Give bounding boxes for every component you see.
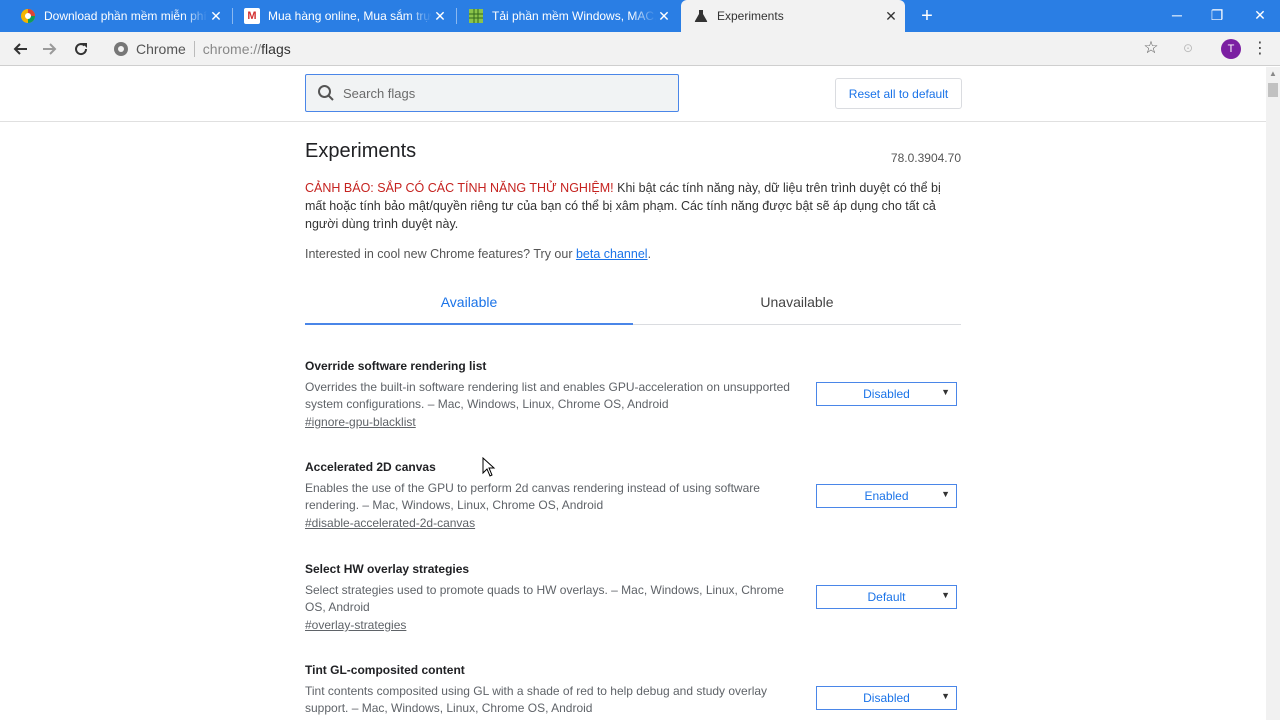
mouse-cursor-icon [482,457,496,477]
experiment-description: Tint contents composited using GL with a… [305,684,768,715]
tab-strip: Download phần mềm miễn phí c ✕ M Mua hàn… [0,0,1280,32]
reload-button[interactable] [69,37,93,61]
beta-promo: Interested in cool new Chrome features? … [305,247,651,261]
address-divider [193,41,195,57]
minimize-button[interactable]: ─ [1157,0,1197,30]
select-value: Default [867,590,906,604]
forward-arrow-icon [43,43,57,55]
page-title: Experiments [305,140,417,162]
close-icon[interactable]: ✕ [208,8,224,25]
bookmark-star-icon[interactable]: ☆ [1141,38,1161,60]
scrollbar-thumb[interactable] [1268,83,1278,97]
grid-site-icon [468,8,484,24]
flask-icon [693,8,709,24]
tab-available[interactable]: Available [305,285,633,325]
tab-title: Tải phần mềm Windows, MAC, A [492,9,656,23]
url-path: flags [261,41,291,57]
beta-promo-end: . [647,247,652,261]
experiment-item: Tint GL-composited content Tint contents… [305,663,961,717]
extension-icon[interactable]: ⊙ [1180,41,1196,57]
address-bar[interactable]: Chrome chrome:// flags [104,34,1174,64]
restore-button[interactable]: ❐ [1197,0,1237,30]
beta-channel-link[interactable]: beta channel [576,247,648,261]
experiment-name: Accelerated 2D canvas [305,460,436,474]
menu-icon[interactable]: ⋮ [1252,39,1268,59]
warning-heading: CẢNH BÁO: SẮP CÓ CÁC TÍNH NĂNG THỬ NGHIỆ… [305,181,614,195]
warning-text: CẢNH BÁO: SẮP CÓ CÁC TÍNH NĂNG THỬ NGHIỆ… [305,179,965,233]
experiment-select[interactable]: Disabled ▼ [816,382,957,406]
search-icon [318,85,334,101]
tab-unavailable[interactable]: Unavailable [633,285,961,324]
url-scheme: chrome:// [202,41,262,57]
download-site-icon [20,8,36,24]
experiment-item: Select HW overlay strategies Select stra… [305,562,961,634]
avatar[interactable]: T [1221,39,1241,59]
tab-title: Experiments [717,9,784,23]
beta-promo-text: Interested in cool new Chrome features? … [305,247,576,261]
experiment-select[interactable]: Default ▼ [816,585,957,609]
vertical-scrollbar[interactable]: ▲ [1266,67,1280,720]
tab-software-site[interactable]: Tải phần mềm Windows, MAC, A ✕ [460,0,676,32]
tab-separator [456,8,457,24]
back-arrow-icon [13,43,27,55]
search-box[interactable] [305,74,679,112]
close-icon[interactable]: ✕ [656,8,672,25]
experiment-name: Select HW overlay strategies [305,562,470,576]
tab-shopping-site[interactable]: M Mua hàng online, Mua sắm trực ✕ [236,0,452,32]
browser-toolbar: Chrome chrome:// flags ☆ ⊙ T ⋮ [0,32,1280,66]
close-icon[interactable]: ✕ [883,8,899,25]
experiment-name: Override software rendering list [305,359,487,373]
flags-page: Reset all to default Experiments 78.0.39… [0,67,1266,720]
close-icon[interactable]: ✕ [432,8,448,25]
experiment-permalink[interactable]: #disable-accelerated-2d-canvas [305,516,475,530]
select-value: Disabled [863,691,910,705]
dropdown-arrow-icon: ▼ [941,590,950,600]
select-value: Enabled [864,489,909,503]
dropdown-arrow-icon: ▼ [941,387,950,397]
experiment-select[interactable]: Enabled ▼ [816,484,957,508]
reset-all-button[interactable]: Reset all to default [835,78,962,109]
search-input[interactable] [343,85,678,101]
flags-header: Reset all to default [0,67,1266,122]
tab-separator [232,8,233,24]
experiment-item: Override software rendering list Overrid… [305,359,961,431]
experiment-description: Overrides the built-in software renderin… [305,380,790,411]
tab-download-site[interactable]: Download phần mềm miễn phí c ✕ [12,0,228,32]
m-store-icon: M [244,8,260,24]
experiment-item: Accelerated 2D canvas Enables the use of… [305,460,961,532]
tab-experiments[interactable]: Experiments ✕ [681,0,905,32]
chrome-chip: Chrome [136,41,186,57]
new-tab-button[interactable]: + [916,4,938,28]
reload-icon [75,43,88,56]
version-label: 78.0.3904.70 [890,151,961,165]
dropdown-arrow-icon: ▼ [941,489,950,499]
scroll-up-arrow-icon[interactable]: ▲ [1266,67,1280,81]
experiment-description: Enables the use of the GPU to perform 2d… [305,481,760,512]
experiment-name: Tint GL-composited content [305,663,465,677]
flags-tabs: Available Unavailable [305,285,961,325]
tab-title: Download phần mềm miễn phí c [44,9,208,23]
back-button[interactable] [8,37,32,61]
select-value: Disabled [863,387,910,401]
experiment-permalink[interactable]: #overlay-strategies [305,618,406,632]
site-info-icon[interactable] [114,42,128,56]
experiment-description: Select strategies used to promote quads … [305,583,784,614]
window-close-button[interactable]: ✕ [1240,0,1280,30]
experiment-permalink[interactable]: #ignore-gpu-blacklist [305,415,416,429]
dropdown-arrow-icon: ▼ [941,691,950,701]
experiment-select[interactable]: Disabled ▼ [816,686,957,710]
forward-button[interactable] [38,37,62,61]
tab-title: Mua hàng online, Mua sắm trực [268,9,432,23]
